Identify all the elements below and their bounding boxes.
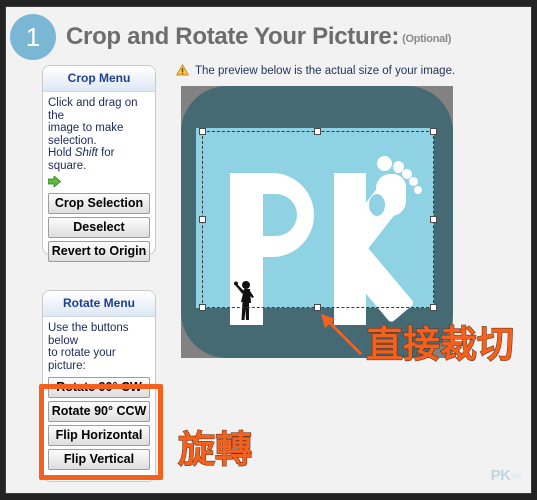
crop-menu-title: Crop Menu: [43, 66, 155, 92]
deselect-button[interactable]: Deselect: [48, 217, 150, 238]
rotate-instruction-line-2: below: [48, 334, 79, 347]
crop-instruction-line-2: image to make: [48, 122, 124, 134]
rotate-90-cw-button[interactable]: Rotate 90° CW: [48, 377, 150, 398]
rotate-instruction-line-3: to rotate your picture:: [48, 347, 116, 372]
rotate-menu-title: Rotate Menu: [43, 291, 155, 317]
crop-button-group: Crop Selection Deselect Revert to Origin: [48, 193, 150, 262]
warning-icon: [176, 64, 189, 76]
crop-menu-body: Click and drag on the image to make sele…: [43, 92, 155, 271]
rotate-instructions: Use the buttons below to rotate your pic…: [48, 322, 150, 372]
crop-handle-se[interactable]: [430, 304, 437, 311]
annotation-crop-label: 直接裁切: [366, 323, 515, 367]
crop-selection-rectangle[interactable]: [199, 128, 437, 311]
annotation-rotate-label: 旋轉: [178, 428, 253, 472]
flip-horizontal-button[interactable]: Flip Horizontal: [48, 425, 150, 446]
app-screenshot: 1 Crop and Rotate Your Picture: (Optional…: [0, 0, 537, 500]
crop-handle-e[interactable]: [430, 215, 437, 223]
watermark-subtext: ▒▒▒: [511, 473, 521, 478]
site-watermark: PK▒▒▒: [491, 467, 521, 485]
crop-instruction-line-3: selection.: [48, 134, 97, 147]
crop-instruction-line-4-pre: Hold: [48, 147, 75, 159]
page-title-optional: (Optional): [402, 33, 452, 45]
crop-handle-nw[interactable]: [199, 128, 206, 135]
crop-instruction-shift-key: Shift: [74, 147, 98, 159]
crop-menu-panel: Crop Menu Click and drag on the image to…: [42, 65, 156, 262]
crop-handle-w[interactable]: [199, 215, 206, 223]
step-number-badge: 1: [10, 14, 56, 60]
green-arrow-icon: [48, 176, 61, 187]
preview-note-text: The preview below is the actual size of …: [195, 65, 456, 77]
page-canvas: 1 Crop and Rotate Your Picture: (Optional…: [5, 6, 532, 494]
crop-instructions: Click and drag on the image to make sele…: [48, 97, 150, 172]
crop-instruction-line-1: Click and drag on the: [48, 97, 138, 122]
crop-selection-button[interactable]: Crop Selection: [48, 193, 150, 214]
rotate-90-ccw-button[interactable]: Rotate 90° CCW: [48, 401, 150, 422]
preview-note: The preview below is the actual size of …: [176, 64, 455, 77]
annotation-arrow-to-crop-icon: [321, 314, 363, 356]
rotate-menu-panel: Rotate Menu Use the buttons below to rot…: [42, 290, 156, 482]
page-title: Crop and Rotate Your Picture: (Optional): [66, 23, 451, 51]
flip-vertical-button[interactable]: Flip Vertical: [48, 449, 150, 470]
watermark-text: PK: [490, 467, 511, 484]
rotate-button-group: Rotate 90° CW Rotate 90° CCW Flip Horizo…: [48, 377, 150, 470]
crop-handle-n[interactable]: [314, 128, 321, 135]
rotate-instruction-line-1: Use the buttons: [48, 322, 129, 334]
crop-handle-ne[interactable]: [430, 128, 437, 135]
page-title-text: Crop and Rotate Your Picture:: [66, 23, 400, 50]
crop-handle-sw[interactable]: [199, 304, 206, 311]
crop-handle-s[interactable]: [314, 304, 321, 311]
rotate-menu-body: Use the buttons below to rotate your pic…: [43, 317, 155, 479]
revert-to-original-button[interactable]: Revert to Origin: [48, 241, 150, 262]
